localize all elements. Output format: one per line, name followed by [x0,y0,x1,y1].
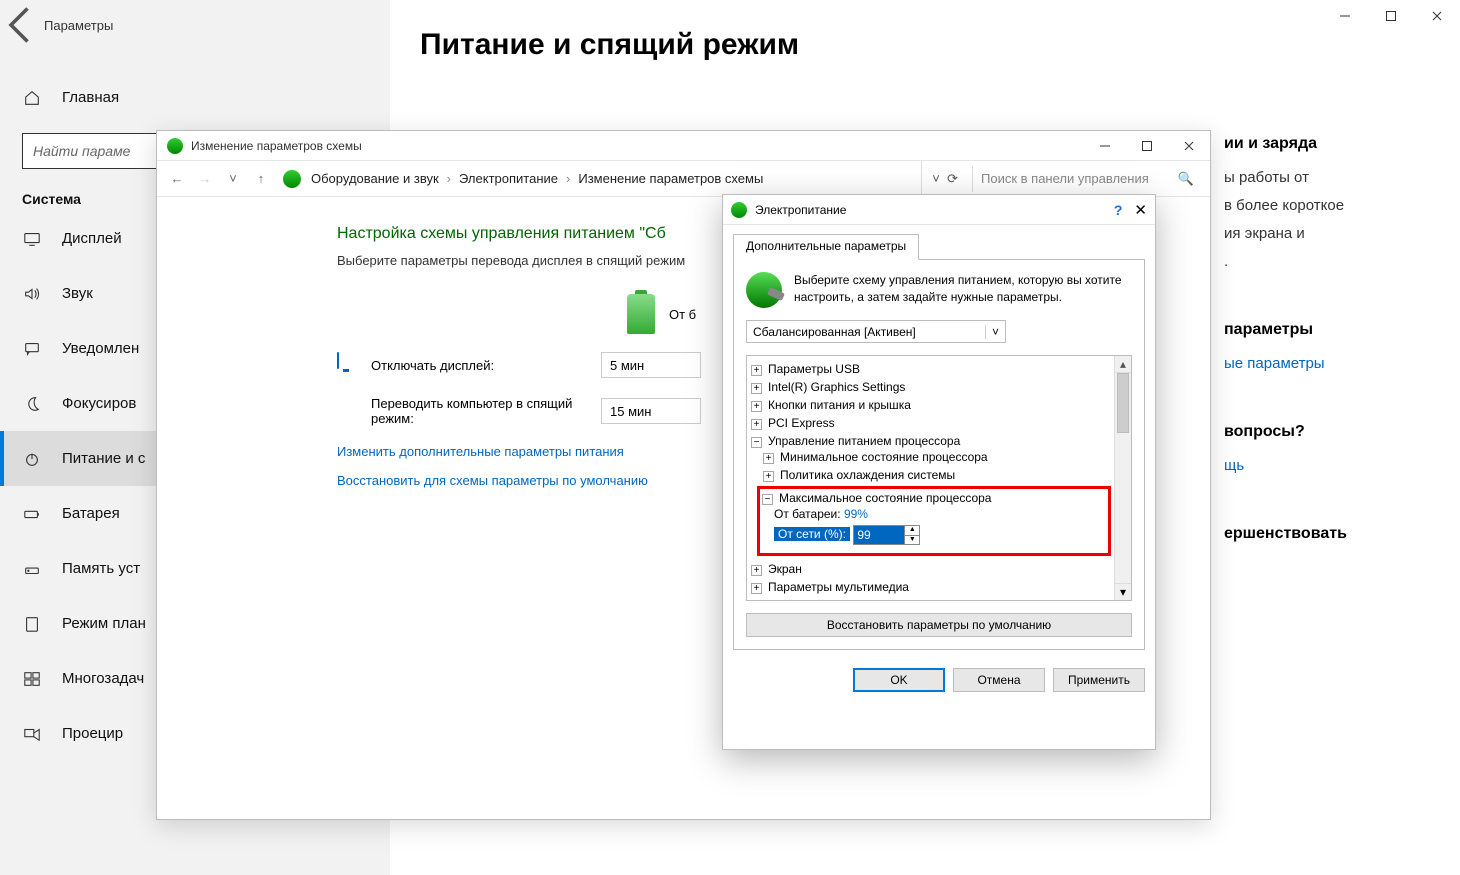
tree-item: +Экран [751,560,1111,578]
plugged-value-spinner[interactable]: ▲▼ [853,525,920,545]
expand-icon[interactable]: + [751,401,762,412]
ok-button[interactable]: OK [853,668,945,692]
storage-icon [22,559,42,579]
refresh-button[interactable]: ˅ ⟳ [921,161,968,196]
display-off-icon [337,355,357,375]
dialog-buttons: OK Отмена Применить [723,660,1155,704]
sleep-timeout-battery-select[interactable]: 15 мин [601,398,701,424]
sidebar-home[interactable]: Главная [0,70,390,125]
scroll-up-button[interactable]: ▴ [1115,356,1131,373]
scrollbar[interactable]: ▴ ▾ [1114,356,1131,600]
tree-item: +Параметры USB [751,360,1111,378]
display-timeout-battery-select[interactable]: 5 мин [601,352,701,378]
cp-close-button[interactable] [1168,135,1210,157]
expand-icon[interactable]: + [763,453,774,464]
sound-icon [22,284,42,304]
nav-up-button[interactable]: ↑ [249,167,273,191]
expand-icon[interactable]: + [763,471,774,482]
spin-up-button[interactable]: ▲ [905,526,919,536]
breadcrumb[interactable]: Электропитание [459,171,558,186]
expand-icon[interactable]: + [751,583,762,594]
scroll-thumb[interactable] [1117,373,1129,433]
restore-defaults-button[interactable]: Восстановить параметры по умолчанию [746,613,1132,637]
home-icon [22,88,42,108]
nav-forward-button[interactable]: → [193,167,217,191]
collapse-icon[interactable]: − [751,437,762,448]
tree-value-battery[interactable]: От батареи: 99% [774,505,1104,523]
dlg-titlebar: Электропитание ? ✕ [723,195,1155,225]
breadcrumb[interactable]: Оборудование и звук [311,171,439,186]
minimize-button[interactable] [1322,0,1368,32]
apply-button[interactable]: Применить [1053,668,1145,692]
settings-tree[interactable]: ▴ ▾ +Параметры USB +Intel(R) Graphics Se… [746,355,1132,601]
sleep-icon [337,401,357,421]
power-dialog-icon [731,202,747,218]
tree-item: +Минимальное состояние процессора [763,448,1111,466]
cp-search-input[interactable]: Поиск в панели управления 🔍 [972,166,1202,192]
window-title: Параметры [44,18,113,33]
tab-body: Выберите схему управления питанием, кото… [733,259,1145,650]
scheme-select[interactable]: Сбалансированная [Активен] ˅ [746,320,1006,343]
power-options-dialog: Электропитание ? ✕ Дополнительные параме… [722,194,1156,750]
close-button[interactable] [1414,0,1460,32]
help-button[interactable]: ? [1114,202,1123,218]
multitask-icon [22,669,42,689]
window-controls [1322,0,1460,32]
info-panel: ии и заряда ы работы от в более короткое… [1224,130,1424,554]
maximize-button[interactable] [1368,0,1414,32]
tree-item: +Параметры мультимедиа [751,578,1111,596]
cp-minimize-button[interactable] [1084,135,1126,157]
tree-item: +Intel(R) Graphics Settings [751,378,1111,396]
chevron-down-icon: ˅ [985,325,999,339]
battery-icon [22,504,42,524]
cancel-button[interactable]: Отмена [953,668,1045,692]
plugged-value-input[interactable] [854,526,904,544]
tree-item-cpu: −Управление питанием процессора +Минимал… [751,432,1111,560]
dlg-close-button[interactable]: ✕ [1134,201,1147,219]
battery-large-icon [627,294,655,334]
tablet-icon [22,614,42,634]
sidebar-home-label: Главная [62,89,119,106]
help-link[interactable]: щь [1224,452,1424,480]
tab-advanced[interactable]: Дополнительные параметры [733,234,919,260]
expand-icon[interactable]: + [751,365,762,376]
breadcrumb-icon [283,170,301,188]
power-plug-icon [746,272,782,308]
tree-item: +PCI Express [751,414,1111,432]
collapse-icon[interactable]: − [762,494,773,505]
expand-icon[interactable]: + [751,383,762,394]
highlighted-region: −Максимальное состояние процессора От ба… [757,486,1111,556]
page-title: Питание и спящий режим [390,0,1460,74]
display-icon [22,229,42,249]
power-plan-icon [167,138,183,154]
cp-maximize-button[interactable] [1126,135,1168,157]
chat-icon [22,339,42,359]
titlebar: Параметры [0,8,390,42]
expand-icon[interactable]: + [751,419,762,430]
scroll-down-button[interactable]: ▾ [1115,583,1131,600]
related-settings-link[interactable]: ые параметры [1224,350,1424,378]
tree-value-plugged[interactable]: От сети (%): ▲▼ [774,523,1104,547]
spin-down-button[interactable]: ▼ [905,536,919,545]
cp-navbar: ← → ˅ ↑ Оборудование и звук› Электропита… [157,161,1210,197]
project-icon [22,724,42,744]
breadcrumb[interactable]: Изменение параметров схемы [578,171,763,186]
moon-icon [22,394,42,414]
tab-bar: Дополнительные параметры [723,225,1155,259]
back-button[interactable] [0,8,44,42]
nav-back-button[interactable]: ← [165,167,189,191]
nav-history-button[interactable]: ˅ [221,167,245,191]
intro-text: Выберите схему управления питанием, кото… [746,272,1132,308]
tree-item: +Кнопки питания и крышка [751,396,1111,414]
expand-icon[interactable]: + [751,565,762,576]
search-icon: 🔍 [1178,171,1194,187]
power-icon [22,449,42,469]
tree-item: +Политика охлаждения системы [763,466,1111,484]
cp-titlebar: Изменение параметров схемы [157,131,1210,161]
